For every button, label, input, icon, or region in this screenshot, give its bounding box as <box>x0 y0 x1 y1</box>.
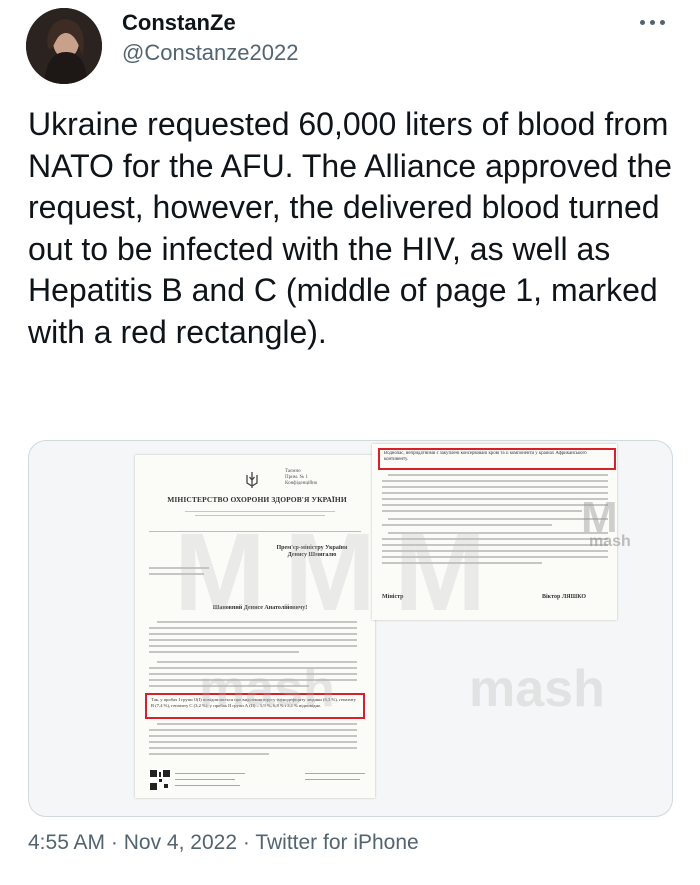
separator: · <box>242 831 250 854</box>
highlighted-passage: Водночас, непридатними є закуплені консе… <box>384 451 587 462</box>
recipient-block: Прем'єр-міністру України Денису Шмигалю <box>276 545 348 558</box>
dot <box>649 19 655 25</box>
signer-title: Міністр <box>382 594 404 600</box>
signer-name: Віктор ЛЯШКО <box>542 594 587 600</box>
tweet-time[interactable]: 4:55 AM <box>28 831 105 854</box>
ministry-header: МІНІСТЕРСТВО ОХОРОНИ ЗДОРОВ'Я УКРАЇНИ <box>167 495 347 504</box>
trident-emblem-icon <box>246 472 258 488</box>
highlighted-passage: Так, у пробах І групи О(І) повідомляєтьс… <box>151 697 357 708</box>
tweet-metadata: 4:55 AM · Nov 4, 2022 · Twitter for iPho… <box>28 831 419 855</box>
separator: · <box>110 831 118 854</box>
watermark-text: mash <box>469 660 605 718</box>
avatar[interactable] <box>26 8 102 84</box>
document-page-2: Водночас, непридатними є закуплені консе… <box>372 444 617 620</box>
tweet-source[interactable]: Twitter for iPhone <box>255 831 418 854</box>
document-page-1: Таємно Прим. № 1 Конфіденційно МІНІСТЕРС… <box>135 455 375 798</box>
highlight-rectangle: Так, у пробах І групи О(І) повідомляєтьс… <box>145 693 365 719</box>
tweet-text: Ukraine requested 60,000 liters of blood… <box>28 106 672 350</box>
user-handle[interactable]: @Constanze2022 <box>122 40 298 66</box>
dot <box>659 19 665 25</box>
salutation: Шановний Денисе Анатолійовичу! <box>212 605 308 611</box>
highlight-rectangle: Водночас, непридатними є закуплені консе… <box>378 448 616 470</box>
avatar-image <box>26 8 102 84</box>
display-name[interactable]: ConstanZe <box>122 10 236 36</box>
tweet-date[interactable]: Nov 4, 2022 <box>124 831 237 854</box>
dot <box>639 19 645 25</box>
qr-code-icon <box>149 769 171 791</box>
more-options-icon[interactable] <box>632 14 672 30</box>
tweet-media-image[interactable]: Таємно Прим. № 1 Конфіденційно МІНІСТЕРС… <box>28 440 673 817</box>
secrecy-stamp: Таємно Прим. № 1 Конфіденційно <box>285 469 318 486</box>
